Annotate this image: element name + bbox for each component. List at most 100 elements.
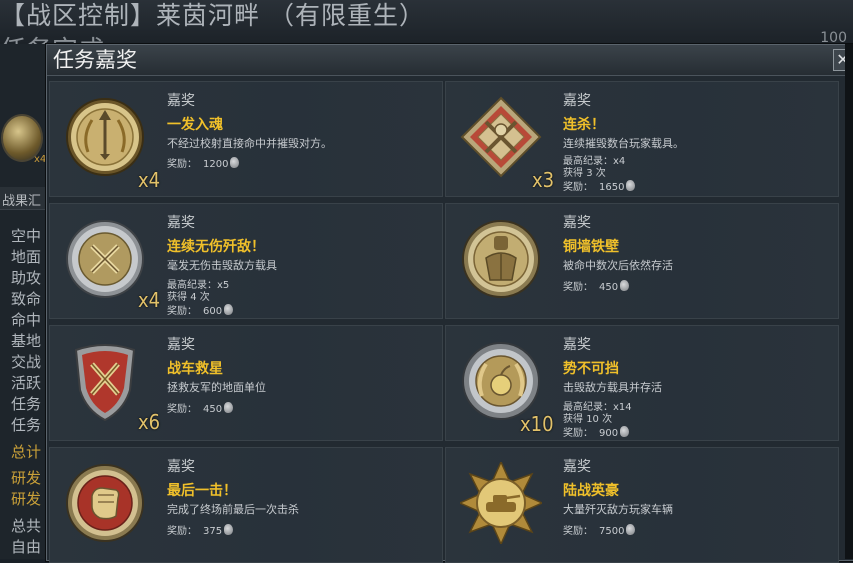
record-value: x14 [613, 402, 632, 413]
crossed-swords-diamond-icon [460, 96, 542, 178]
award-desc: 不经过校射直接命中并摧毁对方。 [167, 137, 332, 150]
award-desc: 击毁敌方载具并存活 [563, 381, 662, 394]
times-label: 次 [199, 292, 210, 303]
silver-coin-icon [620, 426, 630, 437]
times-label: 次 [602, 414, 613, 425]
stat-row-total: 总计 [11, 443, 42, 461]
award-desc: 被命中数次后依然存活 [563, 259, 673, 272]
silver-coin-icon [620, 280, 630, 291]
award-card: 嘉奖 最后一击！ 完成了终场前最后一次击杀 奖励： 375 [49, 447, 443, 563]
award-multiplier: x3 [532, 168, 555, 192]
stat-row-free: 自由 [11, 538, 42, 556]
prize-label: 奖励： [563, 428, 593, 439]
prize-label: 奖励： [563, 182, 593, 193]
silver-coin-icon [224, 524, 234, 535]
stat-row-research: 研发 [11, 490, 42, 508]
prize-label: 奖励： [563, 526, 593, 537]
prize-label: 奖励： [167, 159, 197, 170]
award-desc: 毫发无伤击毁敌方载具 [167, 259, 277, 272]
award-heading: 嘉奖 [563, 337, 591, 353]
award-heading: 嘉奖 [167, 459, 195, 475]
award-heading: 嘉奖 [167, 93, 195, 109]
background-header: 【战区控制】莱茵河畔 （有限重生） 任务完成 [0, 0, 853, 66]
award-earned: 获得 4 次 [167, 292, 210, 304]
times-label: 次 [595, 168, 606, 179]
award-heading: 嘉奖 [563, 215, 591, 231]
silver-coin-icon [626, 524, 636, 535]
stat-row: 任务 [11, 416, 42, 434]
red-shield-swords-icon [64, 340, 146, 422]
award-name: 陆战英豪 [563, 483, 619, 499]
award-prize: 奖励： 1200 [167, 157, 240, 171]
stats-bar: 战果汇 [0, 187, 46, 210]
stat-row-research: 研发 [11, 469, 42, 487]
stat-row: 交战 [11, 353, 42, 371]
award-prize: 奖励： 7500 [563, 524, 636, 538]
award-heading: 嘉奖 [563, 93, 591, 109]
award-prize: 奖励： 450 [167, 402, 234, 416]
award-desc: 连续摧毁数台玩家载具。 [563, 137, 684, 150]
award-name: 铜墙铁壁 [563, 239, 619, 255]
award-prize: 奖励： 600 [167, 304, 234, 318]
award-earned: 获得 10 次 [563, 414, 612, 426]
earned-value: 3 [586, 168, 593, 179]
award-name: 战车救星 [167, 361, 223, 377]
prize-label: 奖励： [167, 404, 197, 415]
earned-label: 获得 [563, 414, 583, 425]
prize-value: 600 [203, 306, 223, 317]
award-card: x6 嘉奖 战车救星 拯救友军的地面单位 奖励： 450 [49, 325, 443, 441]
award-name: 连杀！ [563, 117, 605, 133]
record-value: x4 [613, 156, 626, 167]
award-name: 一发入魂 [167, 117, 223, 133]
silver-coin-icon [224, 304, 234, 315]
stat-row-sum: 总共 [11, 517, 42, 535]
prize-value: 450 [599, 282, 619, 293]
award-desc: 大量歼灭敌方玩家车辆 [563, 503, 673, 516]
prize-value: 450 [203, 404, 223, 415]
award-heading: 嘉奖 [167, 215, 195, 231]
stat-row: 空中 [11, 227, 42, 245]
prize-value: 375 [203, 526, 223, 537]
right-edge [845, 44, 853, 559]
silver-coin-icon [230, 157, 240, 168]
prize-label: 奖励： [167, 526, 197, 537]
award-card: x4 嘉奖 连续无伤歼敌！ 毫发无伤击毁敌方载具 最高纪录：x5 获得 4 次 … [49, 203, 443, 319]
award-name: 最后一击！ [167, 483, 237, 499]
knight-armor-icon [460, 218, 542, 300]
award-dialog: 任务嘉奖 ✕ x4 嘉奖 一发入魂 不经过校射直接命中并摧毁对方。 奖励： 120… [46, 44, 853, 563]
silver-coin-icon [626, 180, 636, 191]
award-record: 最高纪录：x5 [167, 280, 229, 292]
dialog-title: 任务嘉奖 [53, 48, 137, 72]
background-sidebar: x4 战果汇 空中 地面 助攻 致命 命中 基地 交战 活跃 任务 任务 总计 … [0, 44, 46, 559]
award-multiplier: x10 [520, 412, 554, 436]
earned-label: 获得 [563, 168, 583, 179]
arrow-wreath-gold-icon [64, 96, 146, 178]
record-label: 最高纪录： [563, 156, 613, 167]
award-heading: 嘉奖 [167, 337, 195, 353]
award-desc: 拯救友军的地面单位 [167, 381, 266, 394]
award-multiplier: x4 [138, 168, 161, 192]
stat-row: 助攻 [11, 269, 42, 287]
award-prize: 奖励： 375 [167, 524, 234, 538]
prize-value: 900 [599, 428, 619, 439]
award-prize: 奖励： 1650 [563, 180, 636, 194]
tank-star-gold-icon [460, 462, 542, 544]
award-heading: 嘉奖 [563, 459, 591, 475]
prize-label: 奖励： [563, 282, 593, 293]
award-earned: 获得 3 次 [563, 168, 606, 180]
award-card: 嘉奖 铜墙铁壁 被命中数次后依然存活 奖励： 450 [445, 203, 839, 319]
award-name: 势不可挡 [563, 361, 619, 377]
red-fist-icon [64, 462, 146, 544]
silver-coin-icon [224, 402, 234, 413]
record-label: 最高纪录： [167, 280, 217, 291]
stat-row: 致命 [11, 290, 42, 308]
prize-label: 奖励： [167, 306, 197, 317]
award-prize: 奖励： 450 [563, 280, 630, 294]
stat-row: 活跃 [11, 374, 42, 392]
earned-label: 获得 [167, 292, 187, 303]
prize-value: 1650 [599, 182, 625, 193]
stat-row: 地面 [11, 248, 42, 266]
record-label: 最高纪录： [563, 402, 613, 413]
award-card: 嘉奖 陆战英豪 大量歼灭敌方玩家车辆 奖励： 7500 [445, 447, 839, 563]
medal-multiplier: x4 [34, 154, 47, 165]
